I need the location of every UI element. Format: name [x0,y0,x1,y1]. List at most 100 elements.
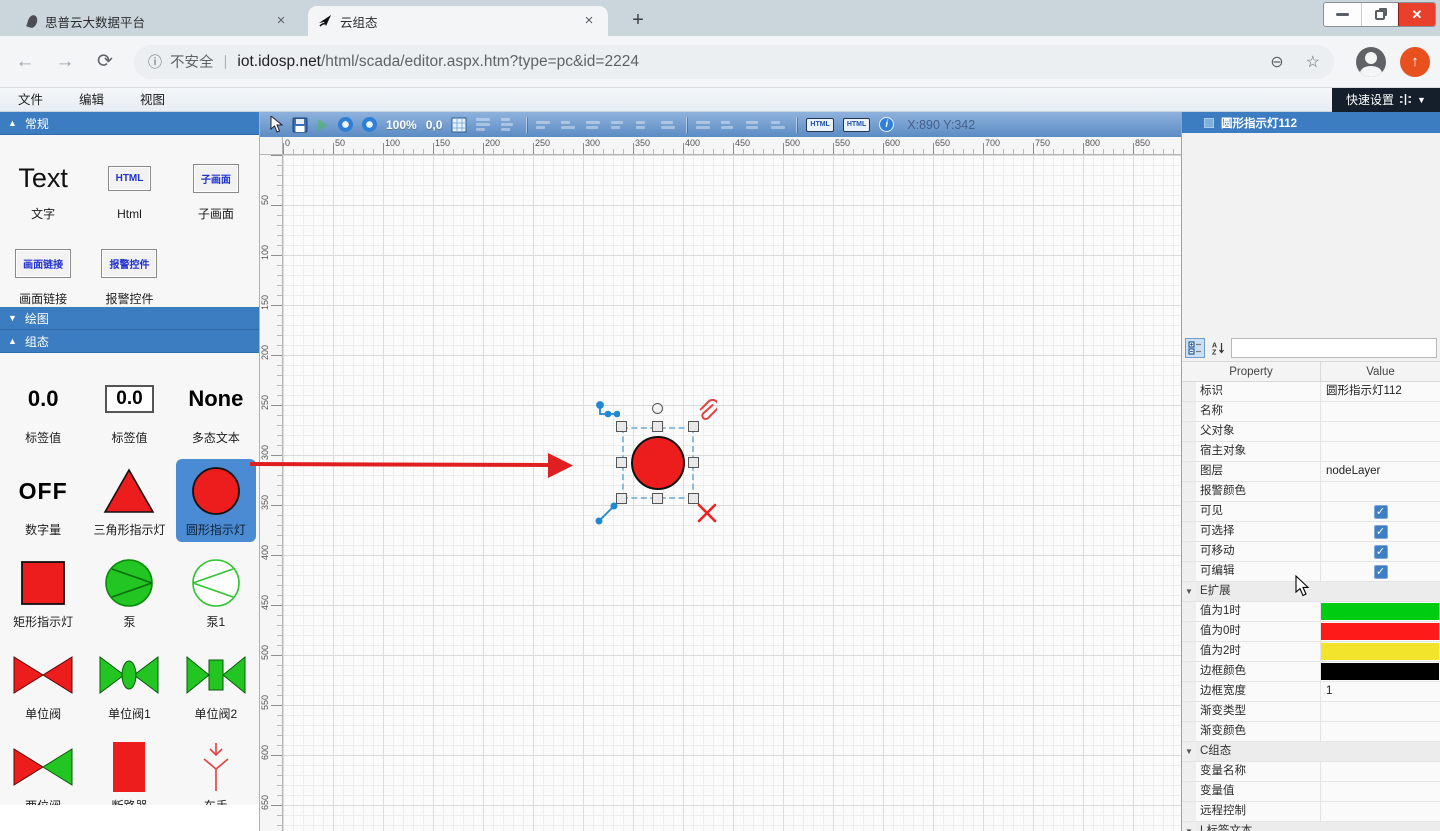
info-button[interactable]: i [879,117,894,132]
menu-view[interactable]: 视图 [122,88,183,112]
property-row[interactable]: 值为1时 [1182,602,1440,622]
property-row[interactable]: 变量名称 [1182,762,1440,782]
html-export-button[interactable]: HTML [806,118,833,132]
run-button[interactable] [317,118,329,132]
palette-item-text[interactable]: Text 文字 [3,149,83,226]
property-row[interactable]: 标识圆形指示灯112 [1182,382,1440,402]
property-row[interactable]: 图层nodeLayer [1182,462,1440,482]
property-value[interactable]: ✓ [1321,522,1440,541]
property-value[interactable] [1321,762,1440,781]
group-collapse-icon[interactable]: ▼ [1182,742,1196,761]
palette-item-breaker[interactable]: 断路器 [89,735,169,805]
property-row[interactable]: 可见✓ [1182,502,1440,522]
property-row[interactable]: 值为0时 [1182,622,1440,642]
palette-item-two-way-valve[interactable]: 两位阀 [3,735,83,805]
tab-scada-editor[interactable]: 云组态 × [308,6,608,36]
design-canvas[interactable] [283,155,1181,831]
property-row[interactable]: 渐变颜色 [1182,722,1440,742]
attachment-icon[interactable] [697,399,717,424]
html-preview-button[interactable]: HTML [843,118,870,132]
property-row[interactable]: 渐变类型 [1182,702,1440,722]
property-row[interactable]: 名称 [1182,402,1440,422]
paste-button[interactable] [501,117,517,132]
page-info-icon[interactable]: ⓘ [148,52,162,72]
group-collapse-icon[interactable]: ▼ [1182,822,1196,831]
color-swatch[interactable] [1321,623,1439,640]
property-row[interactable]: 边框宽度1 [1182,682,1440,702]
menu-file[interactable]: 文件 [0,88,61,112]
copy-button[interactable] [476,117,492,132]
menu-edit[interactable]: 编辑 [61,88,122,112]
resize-handle-s[interactable] [652,493,663,504]
minimize-button[interactable] [1324,3,1361,26]
property-value[interactable] [1321,702,1440,721]
browser-update-button[interactable]: ↑ [1400,47,1430,77]
align-top-button[interactable] [611,117,627,132]
checkbox-checked[interactable]: ✓ [1374,545,1388,559]
section-header-scada[interactable]: ▲ 组态 [0,330,259,353]
palette-item-triangle-indicator[interactable]: 三角形指示灯 [89,459,169,542]
checkbox-checked[interactable]: ✓ [1374,525,1388,539]
close-tab-icon[interactable]: × [580,12,598,30]
back-button[interactable]: ← [10,51,40,73]
align-bottom-button[interactable] [661,117,677,132]
quick-settings-button[interactable]: 快速设置 ▼ [1332,88,1440,112]
close-window-button[interactable]: ✕ [1398,3,1435,26]
checkbox-checked[interactable]: ✓ [1374,565,1388,579]
property-value[interactable]: 圆形指示灯112 [1321,382,1440,401]
property-row[interactable]: 可选择✓ [1182,522,1440,542]
categorized-view-button[interactable] [1185,338,1205,358]
forward-button[interactable]: → [50,51,80,73]
property-value[interactable]: ✓ [1321,502,1440,521]
color-swatch[interactable] [1321,603,1439,620]
save-button[interactable] [292,117,308,133]
property-row[interactable]: 变量值 [1182,782,1440,802]
connector-tool-icon[interactable] [596,401,620,423]
property-row[interactable]: 远程控制 [1182,802,1440,822]
property-value[interactable] [1321,642,1440,661]
resize-handle-w[interactable] [616,457,627,468]
zoom-in-button[interactable]: + [338,117,353,132]
property-value[interactable]: ✓ [1321,542,1440,561]
color-swatch[interactable] [1321,643,1439,660]
property-row[interactable]: 值为2时 [1182,642,1440,662]
resize-handle-e[interactable] [688,457,699,468]
align-middle-button[interactable] [636,117,652,132]
property-row[interactable]: 可移动✓ [1182,542,1440,562]
palette-item-pantograph[interactable]: 车手 [176,735,256,805]
palette-item-screen-link[interactable]: 画面链接 画面链接 [3,234,83,311]
checkbox-checked[interactable]: ✓ [1374,505,1388,519]
palette-item-pump[interactable]: 泵 [89,551,169,634]
property-value[interactable]: ✓ [1321,562,1440,581]
palette-item-valve[interactable]: 单位阀 [3,643,83,726]
select-tool-button[interactable] [270,116,283,133]
distribute-v-button[interactable] [771,117,787,132]
palette-item-pump1[interactable]: 泵1 [176,551,256,634]
property-group-row[interactable]: ▼E扩展 [1182,582,1440,602]
property-value[interactable] [1321,602,1440,621]
circle-indicator-object[interactable] [631,436,685,490]
same-width-button[interactable] [696,117,712,132]
property-value[interactable] [1321,402,1440,421]
palette-item-multistate-text[interactable]: None 多态文本 [176,367,256,450]
resize-handle-n[interactable] [652,421,663,432]
zoom-out-button[interactable]: − [362,117,377,132]
palette-item-subscreen[interactable]: 子画面 子画面 [176,149,256,226]
palette-item-rect-indicator[interactable]: 矩形指示灯 [3,551,83,634]
color-swatch[interactable] [1321,663,1439,680]
align-left-button[interactable] [536,117,552,132]
property-row[interactable]: 边框颜色 [1182,662,1440,682]
alphabetical-sort-button[interactable]: AZ [1208,338,1228,358]
property-group-row[interactable]: ▼C组态 [1182,742,1440,762]
reload-button[interactable]: ⟳ [90,50,120,73]
palette-item-digital[interactable]: OFF 数字量 [3,459,83,542]
property-value[interactable] [1321,442,1440,461]
line-tool-icon[interactable] [595,502,618,525]
palette-item-valve2[interactable]: 单位阀2 [176,643,256,726]
property-value[interactable]: 1 [1321,682,1440,701]
profile-avatar[interactable] [1356,47,1386,77]
inspector-search-box[interactable] [1231,338,1437,358]
grid-toggle-button[interactable] [451,117,467,133]
section-header-general[interactable]: ▲ 常规 [0,112,259,135]
property-row[interactable]: 可编辑✓ [1182,562,1440,582]
